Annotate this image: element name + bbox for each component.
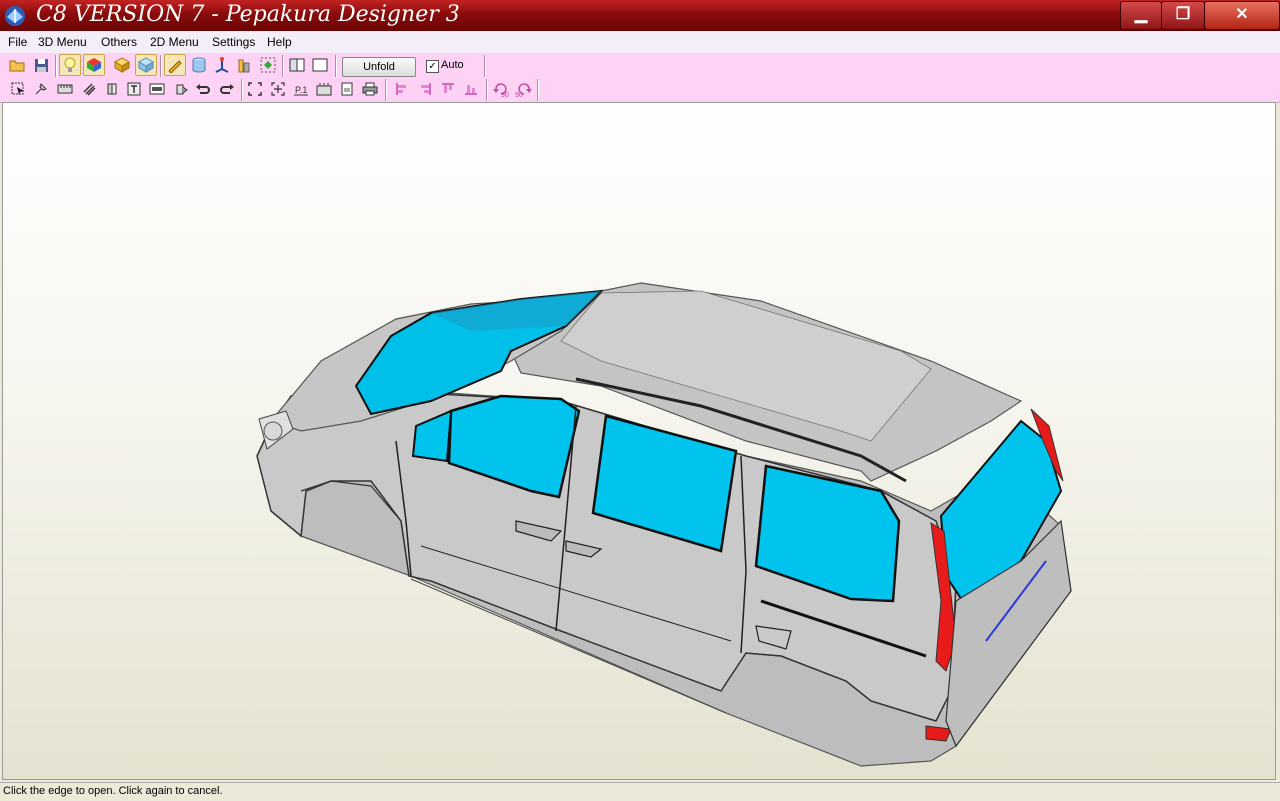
select-arrow-icon[interactable] [7, 78, 29, 100]
toolbar-separator [484, 55, 486, 77]
app-icon [5, 6, 25, 26]
page-number-icon[interactable]: P.1 [290, 78, 312, 100]
open-folder-icon[interactable] [6, 54, 28, 76]
status-bar: Click the edge to open. Click again to c… [0, 782, 1280, 801]
menu-2d[interactable]: 2D Menu [150, 35, 199, 49]
box-icon[interactable] [111, 54, 133, 76]
rotate-90-ccw-label: 90 [501, 92, 509, 97]
join-icon[interactable] [101, 78, 123, 100]
align-left-icon[interactable] [391, 78, 413, 100]
rotate-90-cw-label: 90 [515, 92, 523, 97]
layout-icon[interactable] [313, 78, 335, 100]
fold-lines-icon[interactable] [78, 78, 100, 100]
edit-edge-icon[interactable] [164, 54, 186, 76]
menu-bar: File 3D Menu Others 2D Menu Settings Hel… [0, 31, 1280, 54]
menu-file[interactable]: File [8, 35, 27, 49]
3d-viewport[interactable] [2, 102, 1276, 780]
menu-3d[interactable]: 3D Menu [38, 35, 87, 49]
menu-others[interactable]: Others [101, 35, 137, 49]
title-bar: C8 VERSION 7 - Pepakura Designer 3 ▁ ❐ ✕ [0, 0, 1280, 31]
menu-help[interactable]: Help [267, 35, 292, 49]
car-3d-model[interactable] [3, 103, 1275, 779]
close-button[interactable]: ✕ [1204, 1, 1280, 30]
toolbar-row-3d: Unfold ✓ Auto [2, 54, 486, 78]
texture-box-icon[interactable] [135, 54, 157, 76]
toolbar-row-2d: P.1 90 90 [2, 78, 539, 102]
align-top-icon[interactable] [437, 78, 459, 100]
pin-icon[interactable] [30, 78, 52, 100]
rotate-part-icon[interactable] [170, 78, 192, 100]
toolbar-separator [241, 79, 243, 101]
align-bottom-icon[interactable] [460, 78, 482, 100]
toolbar-separator [335, 55, 337, 77]
svg-text:P.1: P.1 [295, 85, 307, 95]
toolbar-separator [282, 55, 284, 77]
single-view-icon[interactable] [286, 54, 308, 76]
print-icon[interactable] [359, 78, 381, 100]
minimize-button[interactable]: ▁ [1120, 1, 1162, 30]
colored-cube-icon[interactable] [83, 54, 105, 76]
grid-icon[interactable] [267, 78, 289, 100]
ruler-icon[interactable] [54, 78, 76, 100]
image-icon[interactable] [146, 78, 168, 100]
toolbar-separator [160, 55, 162, 77]
move-part-icon[interactable] [257, 54, 279, 76]
redo-icon[interactable] [216, 78, 238, 100]
toolbar-separator [55, 55, 57, 77]
rotate-90-ccw-icon[interactable]: 90 [490, 78, 512, 100]
auto-checkbox[interactable]: ✓ [426, 60, 439, 73]
bar-icon[interactable] [233, 54, 255, 76]
page-icon[interactable] [336, 78, 358, 100]
lightbulb-icon[interactable] [59, 54, 81, 76]
dual-view-icon[interactable] [309, 54, 331, 76]
window-title: C8 VERSION 7 - Pepakura Designer 3 [36, 2, 460, 27]
toolbar-area: Unfold ✓ Auto P.1 90 90 [0, 53, 1280, 103]
rotate-90-cw-icon[interactable]: 90 [513, 78, 535, 100]
menu-settings[interactable]: Settings [212, 35, 255, 49]
undo-icon[interactable] [192, 78, 214, 100]
restore-button[interactable]: ❐ [1161, 1, 1205, 30]
cylinder-icon[interactable] [188, 54, 210, 76]
save-icon[interactable] [30, 54, 52, 76]
unfold-button[interactable]: Unfold [342, 57, 416, 77]
align-right-icon[interactable] [414, 78, 436, 100]
text-icon[interactable] [123, 78, 145, 100]
status-text: Click the edge to open. Click again to c… [3, 785, 223, 797]
toolbar-separator [486, 79, 488, 101]
fit-icon[interactable] [244, 78, 266, 100]
toolbar-separator [537, 79, 539, 101]
axis-icon[interactable] [211, 54, 233, 76]
toolbar-separator [385, 79, 387, 101]
auto-label: Auto [441, 59, 464, 71]
